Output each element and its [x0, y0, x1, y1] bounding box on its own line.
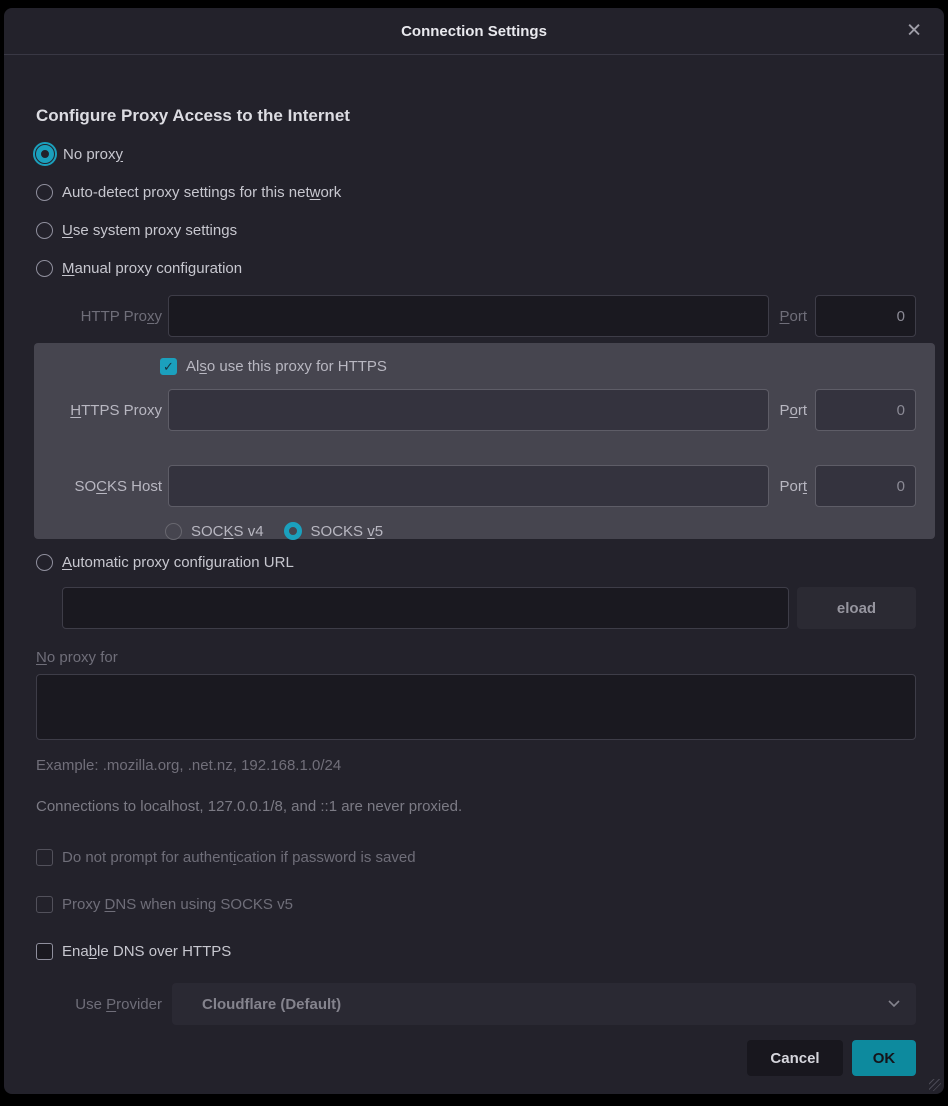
http-port-label: Port	[779, 308, 807, 325]
dialog-footer: Cancel OK	[36, 1040, 916, 1076]
https-proxy-input[interactable]	[168, 389, 769, 431]
https-port-label: Port	[779, 402, 807, 419]
chevron-down-icon	[888, 1000, 900, 1008]
radio-auto-detect[interactable]: Auto-detect proxy settings for this netw…	[36, 181, 916, 203]
radio-socks-v5-label: SOCKS v5	[311, 523, 384, 540]
radio-button-icon[interactable]	[36, 145, 54, 163]
radio-socks-v5[interactable]: SOCKS v5	[284, 520, 384, 542]
https-socks-group: ✓ Also use this proxy for HTTPS HTTPS Pr…	[34, 343, 935, 539]
radio-auto-detect-label: Auto-detect proxy settings for this netw…	[62, 184, 341, 201]
https-port-input[interactable]	[815, 389, 916, 431]
doh-provider-row: Use Provider Cloudflare (Default)	[36, 983, 916, 1025]
radio-manual-proxy-label: Manual proxy configuration	[62, 260, 242, 277]
radio-auto-config-url-label: Automatic proxy configuration URL	[62, 554, 294, 571]
checkbox-icon[interactable]	[36, 943, 53, 960]
checkbox-enable-doh[interactable]: Enable DNS over HTTPS	[36, 940, 916, 962]
radio-socks-v4[interactable]: SOCKS v4	[165, 520, 264, 542]
radio-socks-v4-label: SOCKS v4	[191, 523, 264, 540]
checkbox-icon[interactable]	[36, 896, 53, 913]
dialog-content: Configure Proxy Access to the Internet N…	[4, 105, 944, 1076]
enable-doh-label: Enable DNS over HTTPS	[62, 943, 231, 960]
also-https-checkbox-row[interactable]: ✓ Also use this proxy for HTTPS	[160, 355, 916, 377]
http-proxy-input[interactable]	[168, 295, 769, 337]
no-proxy-for-label: No proxy for	[36, 649, 916, 666]
https-proxy-row: HTTPS Proxy Port	[36, 389, 916, 431]
no-auth-prompt-label: Do not prompt for authentication if pass…	[62, 849, 416, 866]
page-title: Configure Proxy Access to the Internet	[36, 105, 916, 127]
radio-system-proxy-label: Use system proxy settings	[62, 222, 237, 239]
ok-button[interactable]: OK	[852, 1040, 916, 1076]
https-proxy-label: HTTPS Proxy	[36, 402, 162, 419]
checkbox-no-auth-prompt[interactable]: Do not prompt for authentication if pass…	[36, 846, 916, 868]
checkbox-icon[interactable]	[36, 849, 53, 866]
radio-button-icon[interactable]	[36, 554, 53, 571]
auto-config-url-row: eRload	[36, 587, 916, 629]
also-https-label: Also use this proxy for HTTPS	[186, 358, 387, 375]
socks-host-label: SOCKS Host	[36, 478, 162, 495]
socks-version-row: SOCKS v4 SOCKS v5	[165, 520, 916, 542]
radio-button-icon[interactable]	[36, 222, 53, 239]
use-provider-label: Use Provider	[36, 996, 162, 1013]
resize-grip[interactable]	[929, 1079, 941, 1091]
doh-provider-value: Cloudflare (Default)	[202, 996, 888, 1013]
checkbox-proxy-dns-socks5[interactable]: Proxy DNS when using SOCKS v5	[36, 893, 916, 915]
proxy-dns-socks5-label: Proxy DNS when using SOCKS v5	[62, 896, 293, 913]
radio-system-proxy[interactable]: Use system proxy settings	[36, 219, 916, 241]
close-icon[interactable]: ✕	[902, 18, 926, 45]
socks-host-input[interactable]	[168, 465, 769, 507]
radio-button-icon[interactable]	[36, 184, 53, 201]
radio-manual-proxy[interactable]: Manual proxy configuration	[36, 257, 916, 279]
auto-config-url-input[interactable]	[62, 587, 789, 629]
doh-provider-select[interactable]: Cloudflare (Default)	[172, 983, 916, 1025]
radio-no-proxy[interactable]: No proxy	[36, 143, 916, 165]
connection-settings-dialog: Connection Settings ✕ Configure Proxy Ac…	[4, 8, 944, 1094]
dialog-titlebar: Connection Settings ✕	[4, 8, 944, 55]
http-port-input[interactable]	[815, 295, 916, 337]
cancel-button[interactable]: Cancel	[747, 1040, 843, 1076]
socks-port-input[interactable]	[815, 465, 916, 507]
radio-no-proxy-label: No proxy	[63, 146, 123, 163]
no-proxy-for-textarea[interactable]	[36, 674, 916, 740]
checkbox-checked-icon[interactable]: ✓	[160, 358, 177, 375]
socks-port-label: Port	[779, 478, 807, 495]
socks-host-row: SOCKS Host Port	[36, 465, 916, 507]
no-proxy-example-text: Example: .mozilla.org, .net.nz, 192.168.…	[36, 756, 916, 776]
check-icon: ✓	[163, 360, 174, 373]
http-proxy-row: HTTP Proxy Port	[36, 295, 916, 337]
http-proxy-label: HTTP Proxy	[36, 308, 162, 325]
radio-button-icon[interactable]	[165, 523, 182, 540]
radio-button-icon[interactable]	[36, 260, 53, 277]
radio-auto-config-url[interactable]: Automatic proxy configuration URL	[36, 551, 916, 573]
radio-button-icon[interactable]	[284, 522, 302, 540]
dialog-title: Connection Settings	[401, 23, 547, 40]
reload-button[interactable]: eRload	[797, 587, 916, 629]
localhost-note-text: Connections to localhost, 127.0.0.1/8, a…	[36, 797, 916, 817]
